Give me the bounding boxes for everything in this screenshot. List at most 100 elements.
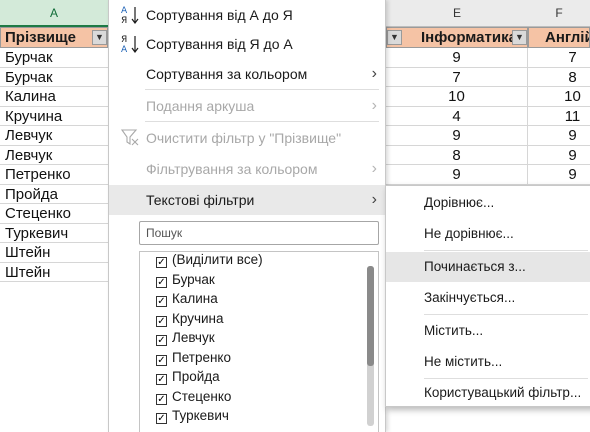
menu-separator: [424, 250, 588, 251]
list-item[interactable]: ✓ Туркевич: [156, 406, 229, 425]
checkbox-checked-icon[interactable]: ✓: [156, 296, 167, 307]
filter-dropdown-button-d[interactable]: ▼: [387, 30, 402, 45]
filter-not-contains-item[interactable]: Не містить...: [386, 347, 590, 377]
filter-by-color-label: Фільтрування за кольором: [146, 161, 318, 177]
text-filters-label: Текстові фільтри: [146, 192, 255, 208]
checkbox-checked-icon[interactable]: ✓: [156, 276, 167, 288]
filter-equals-item[interactable]: Дорівнює...: [386, 188, 590, 218]
cell-english[interactable]: 10: [528, 87, 590, 107]
sort-a-to-z-label: Сортування від А до Я: [146, 7, 293, 23]
list-item-label: (Виділити все): [172, 252, 263, 267]
list-item-label: Кручина: [172, 310, 224, 326]
list-item[interactable]: ✓ Пройда: [156, 367, 220, 386]
sheet-view-item: Подання аркуша ›: [109, 91, 385, 121]
list-item-label: Бурчак: [172, 271, 215, 287]
menu-separator: [145, 121, 379, 122]
cell-surname[interactable]: Кручина: [0, 107, 108, 126]
list-item-label: Стеценко: [172, 388, 232, 404]
checkbox-checked-icon[interactable]: ✓: [156, 315, 167, 327]
cell-informatics[interactable]: 4: [386, 106, 528, 126]
header-surname-label: Прізвище: [5, 29, 77, 46]
cell-informatics[interactable]: 7: [386, 67, 528, 87]
list-item[interactable]: ✓ Калина: [156, 289, 218, 308]
list-item[interactable]: ✓ Петренко: [156, 348, 231, 367]
filter-contains-item[interactable]: Містить...: [386, 316, 590, 346]
filter-dropdown-button-surname[interactable]: ▼: [92, 30, 107, 45]
svg-text:Я: Я: [121, 35, 127, 45]
cell-informatics[interactable]: 9: [386, 126, 528, 146]
chevron-right-icon: ›: [371, 65, 377, 82]
sort-z-to-a-label: Сортування від Я до А: [146, 36, 293, 52]
text-filters-item[interactable]: Текстові фільтри ›: [109, 185, 385, 215]
cell-surname[interactable]: Стеценко: [0, 204, 108, 224]
cell-informatics[interactable]: 10: [386, 87, 528, 107]
sort-by-color-label: Сортування за кольором: [146, 66, 308, 82]
filter-dropdown-button-informatics[interactable]: ▼: [512, 30, 527, 45]
checkbox-checked-icon[interactable]: ✓: [156, 374, 167, 385]
column-header-a[interactable]: A: [0, 0, 108, 27]
scrollbar-thumb[interactable]: [367, 266, 374, 366]
cell-english[interactable]: 8: [528, 68, 590, 87]
svg-text:А: А: [121, 6, 128, 16]
clear-filter-label: Очистити фільтр у "Прізвище": [146, 130, 342, 146]
cell-english[interactable]: 7: [528, 48, 590, 68]
chevron-right-icon: ›: [371, 160, 377, 177]
list-item[interactable]: ✓ Левчук: [156, 328, 215, 347]
cell-english[interactable]: 9: [528, 146, 590, 165]
cell-surname[interactable]: Штейн: [0, 263, 108, 282]
sort-descending-icon: Я А: [120, 33, 142, 55]
cell-surname[interactable]: Бурчак: [0, 68, 108, 87]
header-cell-informatics[interactable]: ▼ Інформатика ▼: [386, 27, 528, 48]
cell-surname[interactable]: Штейн: [0, 243, 108, 263]
header-english-label: Англій: [545, 29, 590, 46]
cell-surname[interactable]: Бурчак: [0, 48, 108, 68]
column-header-e[interactable]: E: [386, 0, 528, 27]
cell-surname[interactable]: Левчук: [0, 126, 108, 146]
cell-surname[interactable]: Пройда: [0, 185, 108, 204]
header-cell-surname[interactable]: Прізвище ▼: [0, 27, 108, 48]
filter-values-list: ✓ (Виділити все) ✓ Бурчак ✓ Калина ✓ Кручина…: [139, 251, 379, 432]
cell-surname[interactable]: Левчук: [0, 146, 108, 165]
sort-by-color-item[interactable]: Сортування за кольором ›: [109, 59, 385, 89]
cell-surname[interactable]: Калина: [0, 87, 108, 107]
cell-english[interactable]: 11: [528, 107, 590, 126]
list-item-label: Калина: [172, 291, 218, 306]
filter-begins-with-item[interactable]: Починається з...: [386, 252, 590, 282]
list-item-label: Левчук: [172, 330, 215, 345]
list-item-label: Пройда: [172, 369, 220, 384]
cell-informatics[interactable]: 9: [386, 48, 528, 68]
list-item[interactable]: ✓ Бурчак: [156, 270, 215, 289]
chevron-right-icon: ›: [371, 191, 377, 208]
clear-filter-icon: [120, 127, 142, 149]
chevron-right-icon: ›: [371, 97, 377, 114]
cell-english[interactable]: 9: [528, 165, 590, 185]
filter-not-equals-item[interactable]: Не дорівнює...: [386, 219, 590, 249]
filter-ends-with-item[interactable]: Закінчується...: [386, 283, 590, 313]
list-scrollbar[interactable]: [367, 266, 374, 426]
checkbox-checked-icon[interactable]: ✓: [156, 393, 167, 405]
header-informatics-label: Інформатика: [421, 29, 517, 46]
cell-surname[interactable]: Туркевич: [0, 224, 108, 243]
filter-by-color-item: Фільтрування за кольором ›: [109, 154, 385, 184]
checkbox-checked-icon[interactable]: ✓: [156, 354, 167, 366]
sort-a-to-z-item[interactable]: А Я Сортування від А до Я: [109, 0, 385, 30]
list-item[interactable]: ✓ Стеценко: [156, 387, 231, 406]
checkbox-checked-icon[interactable]: ✓: [156, 335, 167, 346]
header-cell-english[interactable]: Англій: [528, 27, 590, 48]
cell-informatics[interactable]: 9: [386, 165, 528, 185]
cell-surname[interactable]: Петренко: [0, 165, 108, 185]
cell-english[interactable]: 9: [528, 126, 590, 146]
clear-filter-item: Очистити фільтр у "Прізвище": [109, 123, 385, 153]
cell-informatics[interactable]: 8: [386, 145, 528, 165]
filter-custom-item[interactable]: Користувацький фільтр...: [386, 378, 590, 408]
sort-z-to-a-item[interactable]: Я А Сортування від Я до А: [109, 29, 385, 59]
text-filters-submenu: Дорівнює... Не дорівнює... Починається з…: [385, 185, 590, 407]
column-header-f[interactable]: F: [528, 0, 590, 27]
filter-search-input[interactable]: Пошук: [139, 221, 379, 245]
list-item-select-all[interactable]: ✓ (Виділити все): [156, 252, 263, 269]
svg-text:А: А: [121, 45, 128, 55]
checkbox-checked-icon[interactable]: ✓: [156, 257, 167, 268]
list-item[interactable]: ✓ Кручина: [156, 309, 224, 328]
checkbox-checked-icon[interactable]: ✓: [156, 413, 167, 424]
sheet-view-label: Подання аркуша: [146, 98, 255, 114]
